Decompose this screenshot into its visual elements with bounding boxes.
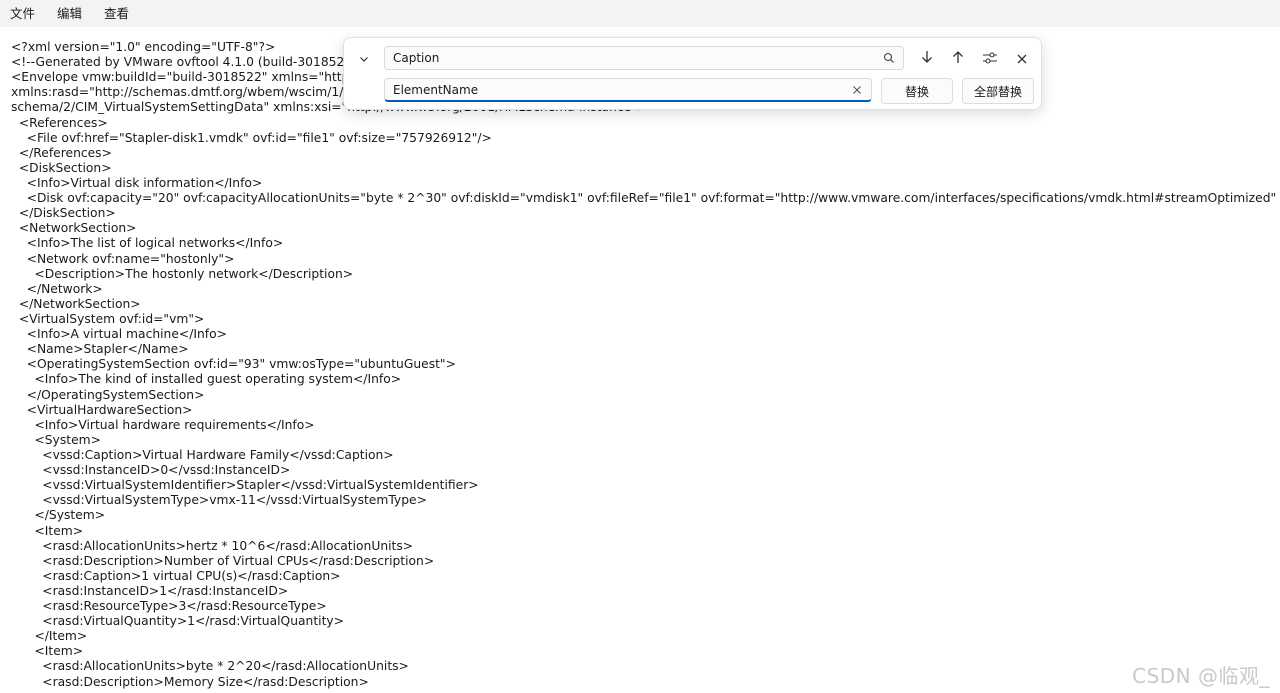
- editor-content: <?xml version="1.0" encoding="UTF-8"?> <!…: [11, 40, 1280, 690]
- clear-icon[interactable]: [849, 82, 865, 98]
- editor-line: <References>: [11, 115, 108, 130]
- menu-edit[interactable]: 编辑: [47, 0, 94, 27]
- editor-line: <VirtualSystem ovf:id="vm">: [11, 311, 205, 326]
- editor-line: <rasd:ResourceType>3</rasd:ResourceType>: [11, 599, 327, 614]
- editor-line: <Disk ovf:capacity="20" ovf:capacityAllo…: [11, 191, 1280, 206]
- close-icon: [1016, 50, 1028, 69]
- editor-line: </Item>: [11, 629, 88, 644]
- menu-bar: 文件 编辑 查看: [0, 0, 1280, 27]
- editor-line: <NetworkSection>: [11, 221, 137, 236]
- text-editor[interactable]: <?xml version="1.0" encoding="UTF-8"?> <!…: [0, 27, 1280, 693]
- editor-line: <rasd:AllocationUnits>hertz * 10^6</rasd…: [11, 538, 414, 553]
- editor-line: <Info>The kind of installed guest operat…: [11, 372, 402, 387]
- find-input[interactable]: [393, 47, 873, 69]
- replace-field: [384, 78, 872, 102]
- replace-button[interactable]: 替换: [881, 78, 953, 104]
- editor-line: <rasd:Caption>1 virtual CPU(s)</rasd:Cap…: [11, 568, 341, 583]
- find-options-button[interactable]: [976, 46, 1004, 72]
- editor-line: <vssd:VirtualSystemType>vmx-11</vssd:Vir…: [11, 493, 427, 508]
- find-field: [384, 46, 904, 70]
- editor-line: </Network>: [11, 281, 103, 296]
- editor-line: <Name>Stapler</Name>: [11, 342, 189, 357]
- editor-line: <Info>The list of logical networks</Info…: [11, 236, 284, 251]
- editor-line: </OperatingSystemSection>: [11, 387, 205, 402]
- editor-line: <Network ovf:name="hostonly">: [11, 251, 235, 266]
- editor-line: <Description>The hostonly network</Descr…: [11, 266, 354, 281]
- editor-line: <vssd:Caption>Virtual Hardware Family</v…: [11, 447, 394, 462]
- editor-line: <System>: [11, 432, 101, 447]
- editor-line: <rasd:VirtualQuantity>1</rasd:VirtualQua…: [11, 614, 344, 629]
- find-previous-button[interactable]: [944, 46, 972, 72]
- editor-line: <DiskSection>: [11, 160, 112, 175]
- editor-line: <VirtualHardwareSection>: [11, 402, 193, 417]
- replace-input[interactable]: [393, 79, 843, 101]
- arrow-up-icon: [951, 49, 965, 69]
- find-replace-panel: 替换 全部替换: [343, 37, 1042, 110]
- close-find-button[interactable]: [1008, 46, 1036, 72]
- find-next-button[interactable]: [913, 46, 941, 72]
- editor-line: <Item>: [11, 644, 84, 659]
- editor-line: <Info>A virtual machine</Info>: [11, 327, 227, 342]
- editor-line: <vssd:InstanceID>0</vssd:InstanceID>: [11, 463, 291, 478]
- toggle-replace-button[interactable]: [350, 45, 378, 73]
- editor-line: <Info>Virtual disk information</Info>: [11, 175, 263, 190]
- editor-line: <Info>Virtual hardware requirements</Inf…: [11, 417, 315, 432]
- editor-line: </NetworkSection>: [11, 296, 141, 311]
- editor-line: <rasd:AllocationUnits>byte * 2^20</rasd:…: [11, 659, 409, 674]
- editor-line: <rasd:Description>Memory Size</rasd:Desc…: [11, 674, 369, 689]
- editor-line: </System>: [11, 508, 106, 523]
- editor-line: <rasd:Description>Number of Virtual CPUs…: [11, 553, 435, 568]
- chevron-down-icon: [358, 50, 370, 69]
- editor-line: </References>: [11, 145, 112, 160]
- editor-line: <vssd:VirtualSystemIdentifier>Stapler</v…: [11, 478, 479, 493]
- editor-line: <OperatingSystemSection ovf:id="93" vmw:…: [11, 357, 456, 372]
- editor-line: <File ovf:href="Stapler-disk1.vmdk" ovf:…: [11, 130, 492, 145]
- replace-all-button[interactable]: 全部替换: [962, 78, 1034, 104]
- editor-line: <rasd:InstanceID>1</rasd:InstanceID>: [11, 583, 289, 598]
- editor-line: </DiskSection>: [11, 206, 116, 221]
- editor-line: <Item>: [11, 523, 84, 538]
- menu-view[interactable]: 查看: [94, 0, 141, 27]
- options-icon: [982, 50, 998, 69]
- watermark: CSDN @临观_: [1132, 664, 1270, 688]
- search-icon[interactable]: [881, 50, 897, 66]
- arrow-down-icon: [920, 49, 934, 69]
- menu-file[interactable]: 文件: [0, 0, 47, 27]
